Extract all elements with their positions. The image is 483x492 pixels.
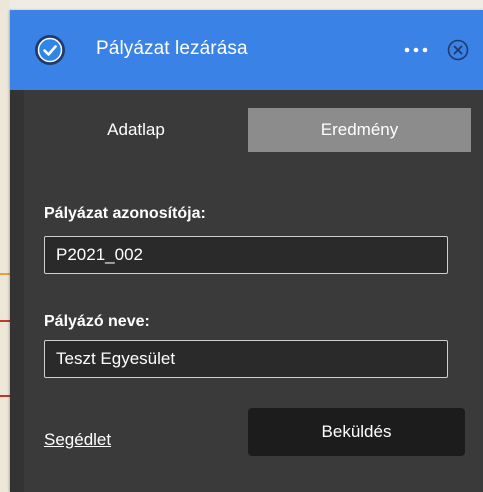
map-background <box>0 0 10 492</box>
tab-eredmeny[interactable]: Eredmény <box>248 108 471 152</box>
applicant-field[interactable]: Teszt Egyesület <box>44 340 448 378</box>
more-icon[interactable] <box>402 44 430 56</box>
tab-adatlap[interactable]: Adatlap <box>24 108 248 152</box>
close-icon[interactable] <box>447 39 469 61</box>
map-background-top <box>0 0 483 10</box>
id-label: Pályázat azonosítója: <box>44 205 206 222</box>
id-field[interactable]: P2021_002 <box>44 236 448 274</box>
tab-bar: Adatlap Eredmény <box>24 108 471 152</box>
dialog-panel: Pályázat lezárása Adatlap Eredmény Pályá… <box>10 10 483 492</box>
help-link[interactable]: Segédlet <box>44 430 111 450</box>
dialog-title: Pályázat lezárása <box>96 38 248 59</box>
applicant-label: Pályázó neve: <box>44 313 150 330</box>
check-circle-icon <box>35 35 65 65</box>
submit-button[interactable]: Beküldés <box>248 408 465 456</box>
left-gutter <box>10 90 24 492</box>
dialog-header: Pályázat lezárása <box>10 10 483 90</box>
